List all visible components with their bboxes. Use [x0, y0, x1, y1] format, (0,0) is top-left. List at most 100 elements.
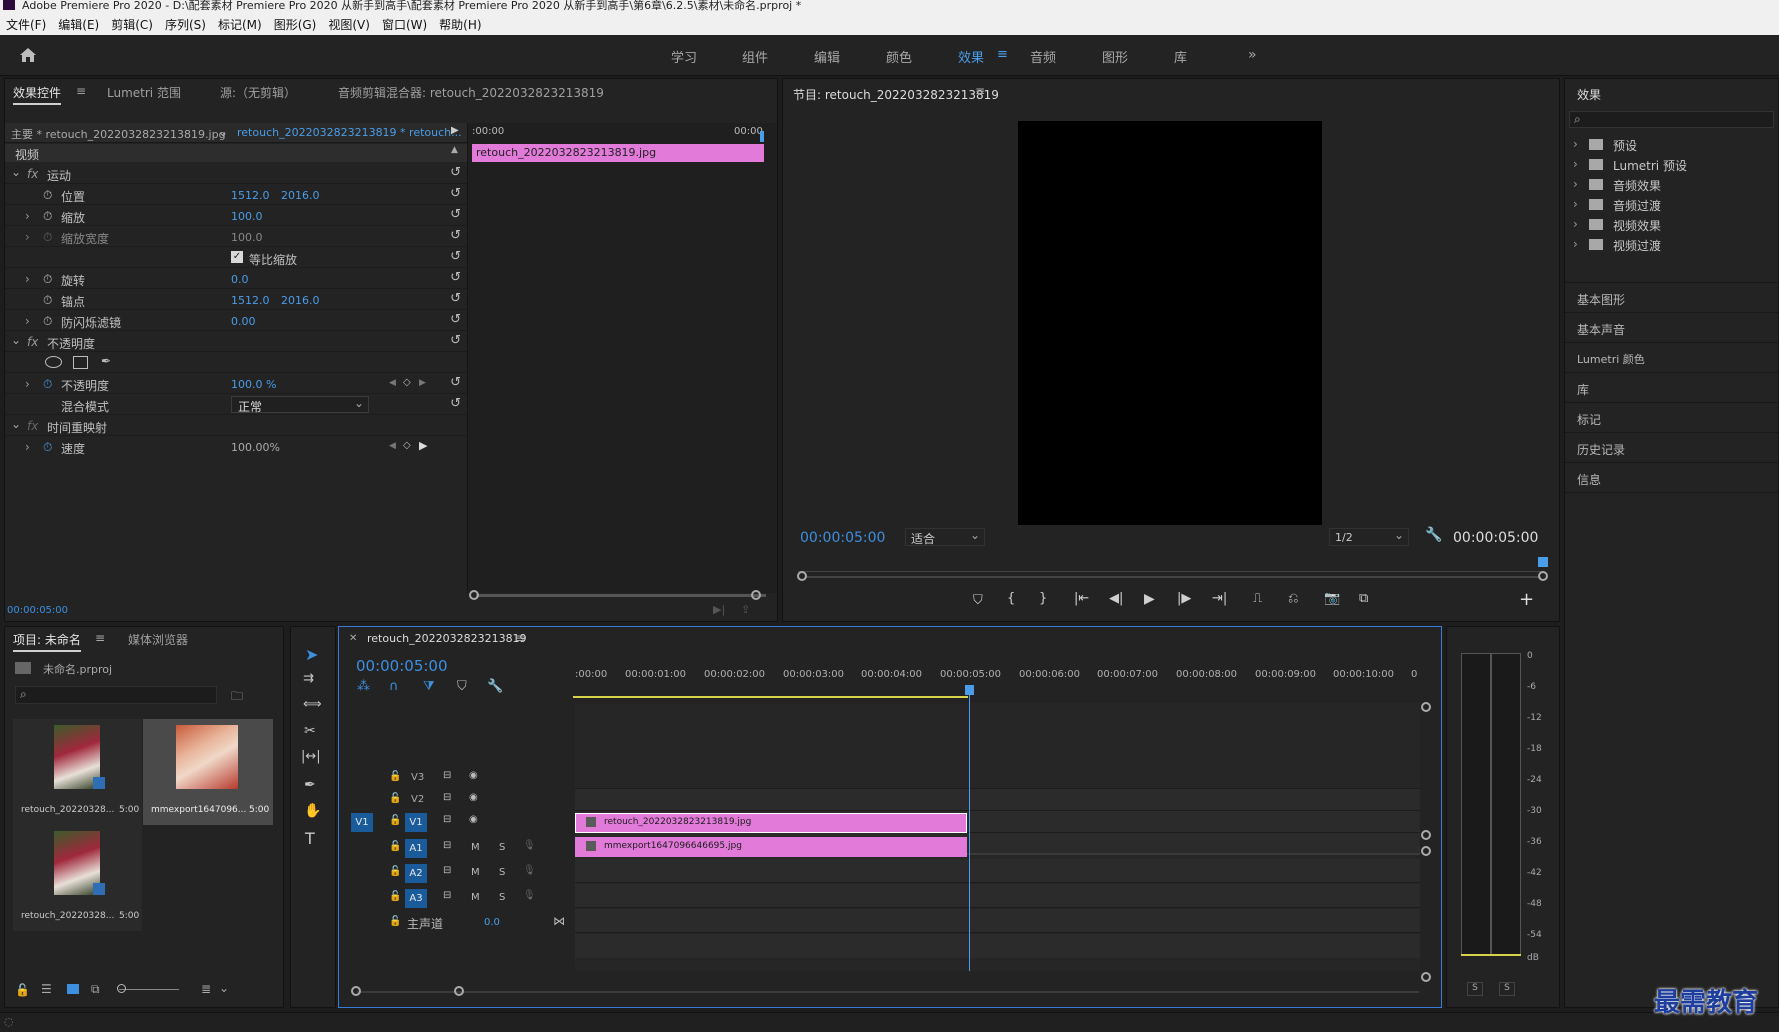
lock-icon[interactable]: 🔓 [389, 771, 401, 782]
menu-edit[interactable]: 编辑(E) [52, 11, 105, 33]
stopwatch-icon[interactable]: ⏱ [43, 314, 52, 329]
timeline-ruler[interactable]: :00:00 00:00:01:00 00:00:02:00 00:00:03:… [573, 669, 1425, 699]
effects-item-audio-transitions[interactable]: › 音频过渡 [1565, 195, 1778, 215]
project-item[interactable]: retouch_20220328... 5:00 [13, 719, 142, 825]
uniform-scale-checkbox[interactable]: ✓ [231, 251, 243, 263]
chevron-down-icon[interactable]: ⌄ [219, 981, 229, 995]
side-panel-markers[interactable]: 标记 [1565, 403, 1778, 433]
workspace-learn[interactable]: 学习 [671, 47, 697, 66]
mini-timeline-clip[interactable]: retouch_2022032823213819.jpg [472, 144, 764, 162]
keyframe-next-icon[interactable]: ▶ [419, 439, 427, 452]
track-label[interactable]: V3 [411, 772, 424, 783]
add-button-icon[interactable]: + [1519, 589, 1534, 610]
stopwatch-icon[interactable]: ⏱ [43, 272, 52, 287]
side-panel-history[interactable]: 历史记录 [1565, 433, 1778, 463]
menu-view[interactable]: 视图(V) [322, 11, 376, 33]
razor-tool-icon[interactable]: ✂ [304, 723, 316, 739]
reset-icon[interactable]: ↺ [450, 333, 461, 348]
program-time-ruler[interactable] [798, 557, 1544, 575]
stopwatch-icon[interactable]: ⏱ [43, 188, 52, 203]
reset-icon[interactable]: ↺ [450, 165, 461, 180]
stopwatch-icon[interactable]: ⏱ [43, 293, 52, 308]
workspace-color[interactable]: 颜色 [886, 47, 912, 66]
workspace-menu-icon[interactable]: ≡ [997, 47, 1008, 62]
new-bin-icon[interactable]: 🗀 [231, 687, 243, 708]
step-back-icon[interactable]: ◀| [1109, 591, 1123, 606]
mark-in-icon[interactable]: { [1007, 591, 1015, 606]
timeline-playhead-head[interactable] [965, 685, 974, 695]
timeline-timecode[interactable]: 00:00:05:00 [356, 657, 448, 675]
workspace-audio[interactable]: 音频 [1030, 47, 1056, 66]
go-to-out-icon[interactable]: ⇥| [1212, 591, 1227, 606]
side-panel-info[interactable]: 信息 [1565, 463, 1778, 493]
timeline-settings-wrench-icon[interactable]: 🔧 [487, 679, 503, 694]
keyframe-add-icon[interactable]: ◇ [403, 440, 411, 451]
timeline-playhead-line[interactable] [969, 695, 970, 971]
zoom-slider-handle-icon[interactable] [117, 984, 126, 993]
reset-icon[interactable]: ↺ [450, 396, 461, 411]
freeform-view-icon[interactable]: ⧉ [91, 982, 100, 997]
lock-icon[interactable]: 🔓 [389, 793, 401, 804]
track-target-a1[interactable]: A1 [405, 839, 427, 858]
effects-item-video-transitions[interactable]: › 视频过渡 [1565, 235, 1778, 255]
menu-window[interactable]: 窗口(W) [376, 11, 433, 33]
effects-item-lumetri-presets[interactable]: › Lumetri 预设 [1565, 155, 1778, 175]
lane-v3[interactable] [575, 789, 1420, 811]
track-select-tool-icon[interactable]: ⇉ [303, 671, 314, 686]
track-target-v1[interactable]: V1 [405, 813, 427, 832]
reset-icon[interactable]: ↺ [450, 207, 461, 222]
project-item[interactable]: retouch_20220328... 5:00 [13, 825, 142, 931]
effect-motion[interactable]: ⌄ fx 运动 ↺ [5, 163, 467, 184]
side-panel-libraries[interactable]: 库 [1565, 373, 1778, 403]
solo-button[interactable]: S [499, 892, 505, 903]
tab-audio-clip-mixer[interactable]: 音频剪辑混合器: retouch_2022032823213819 [338, 84, 604, 101]
tab-effect-controls-menu-icon[interactable]: ≡ [76, 84, 86, 98]
lane-a1[interactable] [575, 859, 1420, 883]
play-only-clip-icon[interactable]: ▶ [451, 125, 459, 136]
expand-icon[interactable]: › [25, 209, 30, 223]
reset-icon[interactable]: ↺ [450, 186, 461, 201]
mute-button[interactable]: M [471, 892, 480, 903]
expand-opacity-icon[interactable]: ⌄ [11, 333, 21, 347]
mini-playhead[interactable] [760, 131, 764, 142]
scale-value[interactable]: 100.0 [231, 210, 263, 223]
sync-lock-icon[interactable]: ⊟ [443, 814, 451, 825]
program-scrollbar[interactable] [805, 576, 1541, 578]
workspace-graphics[interactable]: 图形 [1102, 47, 1128, 66]
rectangle-mask-icon[interactable] [73, 356, 88, 369]
go-to-end-icon[interactable]: ⋈ [553, 914, 565, 928]
zoom-handle-right-icon[interactable] [751, 590, 761, 600]
tab-media-browser[interactable]: 媒体浏览器 [128, 631, 188, 648]
icon-view-icon[interactable] [67, 984, 79, 994]
zoom-handle-left-icon[interactable] [351, 986, 361, 996]
sort-icon[interactable]: ≣ [201, 982, 211, 996]
eye-icon[interactable]: ◉ [469, 792, 478, 803]
sync-lock-icon[interactable]: ⊟ [443, 890, 451, 901]
reset-icon[interactable]: ↺ [450, 291, 461, 306]
lock-icon[interactable]: 🔓 [389, 866, 401, 877]
linked-selection-icon[interactable]: ⧩ [423, 679, 435, 694]
program-playhead[interactable] [1538, 557, 1548, 567]
microphone-icon[interactable]: 🎙 [523, 840, 536, 851]
ripple-edit-tool-icon[interactable]: ⟺ [303, 697, 322, 712]
tab-effect-controls[interactable]: 效果控件 [13, 84, 62, 105]
add-marker-icon[interactable]: ⛉ [457, 679, 467, 694]
work-area-bar[interactable] [573, 696, 968, 698]
sync-lock-icon[interactable]: ⊟ [443, 792, 451, 803]
expand-icon[interactable]: › [25, 377, 30, 391]
zoom-handle-left-icon[interactable] [797, 571, 807, 581]
pen-tool-icon[interactable]: ✒ [304, 777, 316, 793]
close-tab-icon[interactable]: ✕ [349, 633, 357, 644]
effects-panel-title[interactable]: 效果 [1577, 86, 1601, 103]
effect-time-remap[interactable]: ⌄ fx 时间重映射 [5, 415, 467, 436]
zoom-handle-bottom-icon[interactable] [1421, 830, 1431, 840]
reset-icon[interactable]: ↺ [450, 228, 461, 243]
stopwatch-icon[interactable]: ⏱ [43, 209, 52, 224]
menu-clip[interactable]: 剪辑(C) [105, 11, 159, 33]
workspace-libraries[interactable]: 库 [1174, 47, 1187, 66]
go-to-in-icon[interactable]: |⇤ [1074, 591, 1089, 606]
menu-graphics[interactable]: 图形(G) [268, 11, 323, 33]
lane-a2[interactable] [575, 884, 1420, 908]
position-x-value[interactable]: 1512.0 [231, 189, 270, 202]
sequence-clip-label[interactable]: retouch_2022032823213819 * retouch... [237, 126, 462, 139]
